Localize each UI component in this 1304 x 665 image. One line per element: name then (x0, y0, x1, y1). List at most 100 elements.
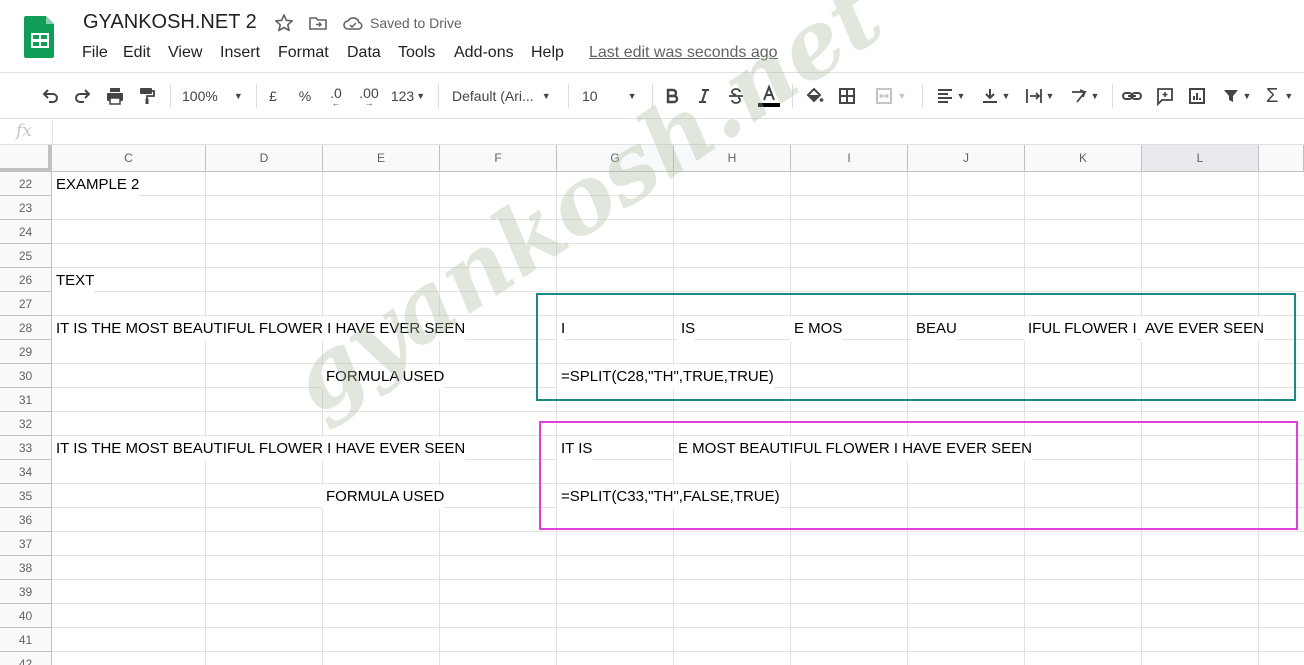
formula-input[interactable] (60, 123, 1260, 141)
cell-k28[interactable]: IFUL FLOWER I (1024, 317, 1137, 341)
row-header-37[interactable]: 37 (0, 532, 52, 556)
grid-line-horizontal (52, 291, 1304, 292)
row-header-26[interactable]: 26 (0, 268, 52, 292)
row-header-42[interactable]: 42 (0, 652, 52, 665)
paint-format-button[interactable] (135, 81, 159, 111)
row-header-33[interactable]: 33 (0, 436, 52, 460)
zoom-value: 100% (182, 88, 218, 104)
row-header-34[interactable]: 34 (0, 460, 52, 484)
currency-format-button[interactable]: £ (264, 81, 282, 111)
row-header-38[interactable]: 38 (0, 556, 52, 580)
menu-data[interactable]: Data (347, 44, 381, 62)
select-all-corner[interactable] (0, 145, 52, 172)
menu-format[interactable]: Format (278, 44, 329, 62)
print-button[interactable] (103, 81, 127, 111)
cell-i28[interactable]: E MOS (790, 317, 843, 341)
filter-button[interactable]: ▼ (1218, 81, 1254, 111)
undo-button[interactable] (38, 81, 62, 111)
menu-help[interactable]: Help (531, 44, 564, 62)
row-header-30[interactable]: 30 (0, 364, 52, 388)
decrease-decimal-button[interactable]: .0 ← (324, 81, 348, 111)
row-header-27[interactable]: 27 (0, 292, 52, 316)
cell-e30[interactable]: FORMULA USED (322, 365, 445, 389)
row-header-41[interactable]: 41 (0, 628, 52, 652)
spreadsheet-app: GYANKOSH.NET 2 Saved to Drive File Edit … (0, 0, 1304, 665)
cell-e35[interactable]: FORMULA USED (322, 485, 445, 509)
menu-edit[interactable]: Edit (123, 44, 151, 62)
column-header-g[interactable]: G (557, 145, 674, 172)
more-formats-button[interactable]: 123 ▼ (388, 81, 428, 111)
cell-j28[interactable]: BEAU (912, 317, 957, 341)
cell-g28[interactable]: I (557, 317, 566, 341)
menu-tools[interactable]: Tools (398, 44, 435, 62)
merge-cells-button[interactable]: ▼ (868, 81, 912, 111)
fill-color-button[interactable] (802, 81, 826, 111)
cell-g35[interactable]: =SPLIT(C33,"TH",FALSE,TRUE) (557, 485, 780, 509)
row-header-31[interactable]: 31 (0, 388, 52, 412)
cell-c28[interactable]: IT IS THE MOST BEAUTIFUL FLOWER I HAVE E… (52, 317, 466, 341)
column-header-i[interactable]: I (791, 145, 908, 172)
menu-insert[interactable]: Insert (220, 44, 260, 62)
cell-h33[interactable]: E MOST BEAUTIFUL FLOWER I HAVE EVER SEEN (674, 437, 1032, 461)
cell-c22[interactable]: EXAMPLE 2 (52, 173, 140, 197)
grid-line-vertical (907, 172, 908, 665)
vertical-align-button[interactable]: ▼ (976, 81, 1014, 111)
row-header-28[interactable]: 28 (0, 316, 52, 340)
arrow-left-icon: ← (331, 98, 341, 108)
star-icon[interactable] (274, 13, 294, 33)
bold-button[interactable] (660, 81, 684, 111)
menu-view[interactable]: View (168, 44, 202, 62)
column-header-next[interactable] (1259, 145, 1304, 172)
insert-chart-button[interactable] (1185, 81, 1209, 111)
row-header-32[interactable]: 32 (0, 412, 52, 436)
row-header-36[interactable]: 36 (0, 508, 52, 532)
row-header-24[interactable]: 24 (0, 220, 52, 244)
percent-format-button[interactable]: % (296, 81, 314, 111)
percent-label: % (298, 88, 312, 104)
cell-g33[interactable]: IT IS (557, 437, 593, 461)
cell-l28[interactable]: AVE EVER SEEN (1141, 317, 1264, 341)
font-size-select[interactable]: 10 ▼ (582, 81, 642, 111)
row-header-23[interactable]: 23 (0, 196, 52, 220)
column-header-c[interactable]: C (52, 145, 206, 172)
italic-button[interactable] (692, 81, 716, 111)
column-header-d[interactable]: D (206, 145, 323, 172)
functions-button[interactable]: Σ ▼ (1266, 81, 1302, 111)
font-family-select[interactable]: Default (Ari... ▼ (452, 81, 558, 111)
strikethrough-button[interactable] (724, 81, 748, 111)
row-header-29[interactable]: 29 (0, 340, 52, 364)
insert-comment-button[interactable] (1153, 81, 1177, 111)
borders-button[interactable] (835, 81, 859, 111)
grid-line-vertical (1024, 172, 1025, 665)
redo-button[interactable] (71, 81, 95, 111)
text-wrapping-button[interactable]: ▼ (1020, 81, 1058, 111)
row-header-22[interactable]: 22 (0, 172, 52, 196)
zoom-select[interactable]: 100% ▼ (182, 81, 248, 111)
column-header-e[interactable]: E (323, 145, 440, 172)
text-color-button[interactable] (756, 81, 782, 111)
horizontal-align-button[interactable]: ▼ (932, 81, 968, 111)
last-edit-link[interactable]: Last edit was seconds ago (589, 44, 778, 62)
column-header-f[interactable]: F (440, 145, 557, 172)
cell-h28[interactable]: IS (677, 317, 696, 341)
text-rotation-button[interactable]: ▼ (1064, 81, 1104, 111)
insert-link-button[interactable] (1120, 81, 1144, 111)
column-header-l[interactable]: L (1142, 145, 1259, 172)
cell-c33[interactable]: IT IS THE MOST BEAUTIFUL FLOWER I HAVE E… (52, 437, 466, 461)
column-header-k[interactable]: K (1025, 145, 1142, 172)
cell-c26[interactable]: TEXT (52, 269, 95, 293)
sheets-logo-icon[interactable] (24, 14, 56, 58)
column-header-h[interactable]: H (674, 145, 791, 172)
row-header-39[interactable]: 39 (0, 580, 52, 604)
document-title[interactable]: GYANKOSH.NET 2 (83, 11, 257, 34)
row-header-25[interactable]: 25 (0, 244, 52, 268)
menu-file[interactable]: File (82, 44, 108, 62)
cell-g30[interactable]: =SPLIT(C28,"TH",TRUE,TRUE) (557, 365, 774, 389)
increase-decimal-button[interactable]: .00 → (356, 81, 382, 111)
row-header-40[interactable]: 40 (0, 604, 52, 628)
row-header-35[interactable]: 35 (0, 484, 52, 508)
menu-add-ons[interactable]: Add-ons (454, 44, 514, 62)
move-to-folder-icon[interactable] (308, 13, 328, 33)
column-header-j[interactable]: J (908, 145, 1025, 172)
sheet-grid[interactable]: CDEFGHIJKL 22 23 24 25 26 27 28 29 30 31 32 33 34 35 3… (0, 0, 1304, 665)
